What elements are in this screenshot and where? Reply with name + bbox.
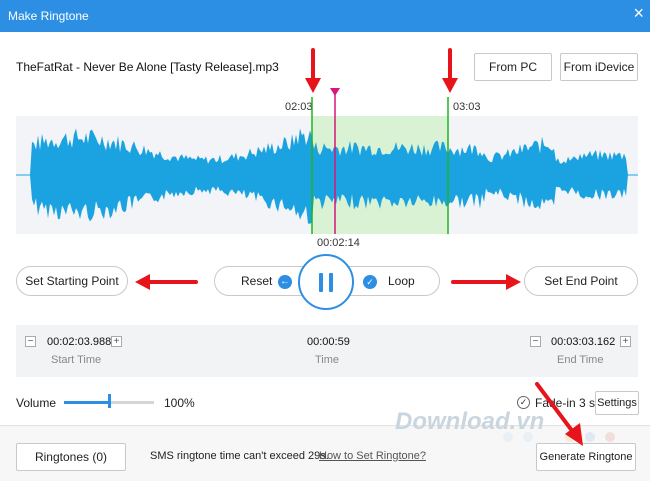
- selection-start-label: 02:03: [285, 101, 313, 113]
- end-time-plus-button[interactable]: +: [620, 336, 631, 347]
- start-time-minus-button[interactable]: −: [25, 336, 36, 347]
- duration-caption: Time: [315, 354, 340, 366]
- pause-icon: [319, 273, 323, 292]
- pause-button[interactable]: [298, 254, 354, 310]
- waveform-panel[interactable]: [16, 116, 638, 234]
- volume-value: 100%: [164, 396, 195, 410]
- end-time-minus-button[interactable]: −: [530, 336, 541, 347]
- time-panel: − 00:02:03.988 + Start Time 00:00:59 Tim…: [16, 325, 638, 377]
- pause-icon: [329, 273, 333, 292]
- loop-toggle[interactable]: Loop: [388, 274, 415, 288]
- loop-check-icon[interactable]: ✓: [363, 275, 377, 289]
- watermark-dot: [503, 432, 513, 442]
- reset-button[interactable]: Reset: [241, 274, 272, 288]
- end-time-caption: End Time: [557, 354, 604, 366]
- file-name: TheFatRat - Never Be Alone [Tasty Releas…: [16, 60, 279, 74]
- generate-ringtone-button[interactable]: Generate Ringtone: [536, 443, 636, 471]
- from-pc-button[interactable]: From PC: [474, 53, 552, 81]
- playhead-time-label: 00:02:14: [317, 237, 360, 249]
- window-title: Make Ringtone: [8, 9, 89, 23]
- watermark-dot: [523, 432, 533, 442]
- selection-end-label: 03:03: [453, 101, 481, 113]
- annotation-arrowhead: [305, 78, 321, 93]
- watermark-dot: [605, 432, 615, 442]
- settings-button[interactable]: Settings: [595, 391, 639, 415]
- title-bar: Make Ringtone ×: [0, 0, 650, 32]
- annotation-arrowhead: [442, 78, 458, 93]
- waveform[interactable]: [16, 116, 638, 234]
- how-to-set-ringtone-link[interactable]: How to Set Ringtone?: [319, 450, 426, 462]
- playhead-handle: [330, 88, 340, 96]
- set-end-point-button[interactable]: Set End Point: [524, 266, 638, 296]
- watermark-dot: [565, 432, 575, 442]
- volume-slider-fill: [64, 401, 109, 404]
- duration-value: 00:00:59: [307, 336, 350, 348]
- volume-label: Volume: [16, 396, 57, 410]
- start-time-value[interactable]: 00:02:03.988: [47, 336, 111, 348]
- start-time-caption: Start Time: [51, 354, 102, 366]
- start-time-plus-button[interactable]: +: [111, 336, 122, 347]
- end-time-value[interactable]: 00:03:03.162: [551, 336, 615, 348]
- set-starting-point-button[interactable]: Set Starting Point: [16, 266, 128, 296]
- close-icon[interactable]: ×: [633, 3, 644, 23]
- volume-slider-thumb[interactable]: [108, 394, 111, 408]
- from-idevice-button[interactable]: From iDevice: [560, 53, 638, 81]
- ringtones-button[interactable]: Ringtones (0): [16, 443, 126, 471]
- annotation-arrowhead: [506, 274, 521, 290]
- annotation-arrowhead: [135, 274, 150, 290]
- watermark-logo: Download.vn: [395, 408, 545, 435]
- watermark-dot: [585, 432, 595, 442]
- sms-limit-note: SMS ringtone time can't exceed 29s.: [150, 450, 329, 462]
- reset-icon[interactable]: ←: [278, 275, 292, 289]
